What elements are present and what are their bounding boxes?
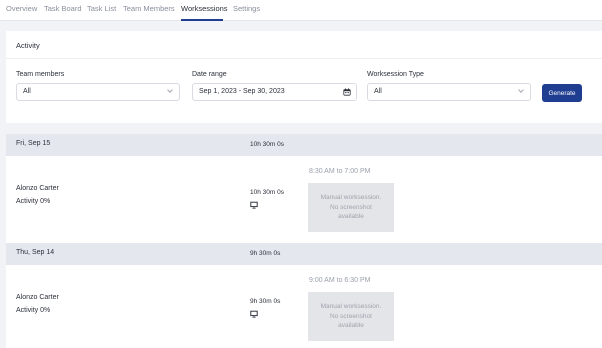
placeholder-text-line: No screenshot (330, 312, 372, 320)
date-range-label: Date range (192, 71, 227, 78)
panel-title: Activity (16, 41, 40, 50)
active-tab-indicator (181, 19, 223, 21)
tab-worksessions[interactable]: Worksessions (181, 4, 228, 13)
tab-bar: Overview Task Board Task List Team Membe… (0, 0, 602, 21)
tab-overview[interactable]: Overview (6, 4, 37, 13)
member-name[interactable]: Alonzo Carter (16, 294, 59, 301)
generate-button[interactable]: Generate (542, 84, 582, 102)
chevron-down-icon (167, 87, 173, 93)
tab-team-members[interactable]: Team Members (123, 4, 175, 13)
day-date: Fri, Sep 15 (16, 140, 51, 147)
worksession-type-select[interactable]: All (367, 83, 531, 101)
member-activity: Activity 0% (16, 198, 51, 205)
team-members-label: Team members (16, 71, 65, 78)
placeholder-text-line: No screenshot (330, 203, 372, 211)
worksession-time-range: 8:30 AM to 7:00 PM (309, 168, 371, 175)
worksession-duration: 9h 30m 0s (250, 298, 281, 305)
monitor-icon (250, 201, 258, 209)
placeholder-text-line: available (338, 322, 364, 329)
tab-task-list[interactable]: Task List (87, 4, 116, 13)
placeholder-text-line: Manual worksession. (320, 303, 382, 310)
placeholder-text-line: available (338, 213, 364, 220)
day-header: Thu, Sep 14 9h 30m 0s (6, 243, 602, 265)
worksession-type-label: Worksession Type (367, 71, 424, 78)
day-total-duration: 9h 30m 0s (250, 250, 281, 257)
worksession-type-value: All (374, 88, 382, 95)
date-range-picker[interactable]: Sep 1, 2023 - Sep 30, 2023 (192, 83, 357, 101)
calendar-icon[interactable] (343, 88, 351, 96)
date-range-value: Sep 1, 2023 - Sep 30, 2023 (199, 88, 285, 95)
worksession-time-range: 9:00 AM to 6:30 PM (309, 277, 371, 284)
placeholder-text-line: Manual worksession. (320, 194, 382, 201)
screenshot-placeholder: Manual worksession. No screenshot availa… (308, 183, 394, 232)
chevron-down-icon (518, 87, 524, 93)
day-total-duration: 10h 30m 0s (250, 141, 284, 148)
tab-settings[interactable]: Settings (233, 4, 260, 13)
day-header: Fri, Sep 15 10h 30m 0s (6, 134, 602, 156)
screenshot-placeholder: Manual worksession. No screenshot availa… (308, 292, 394, 341)
worksession-row: Alonzo Carter Activity 0% 9h 30m 0s 9:00… (6, 265, 602, 348)
team-members-value: All (23, 88, 31, 95)
member-activity: Activity 0% (16, 307, 51, 314)
member-name[interactable]: Alonzo Carter (16, 185, 59, 192)
monitor-icon (250, 310, 258, 318)
activity-filter-panel: Activity Team members All Date range Sep… (6, 31, 602, 123)
panel-divider (6, 58, 602, 59)
worksession-row: Alonzo Carter Activity 0% 10h 30m 0s 8:3… (6, 156, 602, 243)
tab-task-board[interactable]: Task Board (44, 4, 82, 13)
day-date: Thu, Sep 14 (16, 249, 55, 256)
team-members-select[interactable]: All (16, 83, 180, 101)
worksession-duration: 10h 30m 0s (250, 189, 284, 196)
